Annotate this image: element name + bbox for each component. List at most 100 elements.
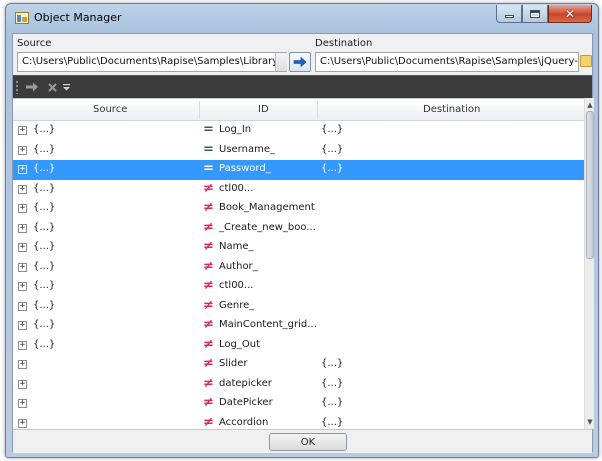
- scroll-down-icon[interactable]: ▼: [586, 417, 594, 427]
- column-divider[interactable]: [317, 101, 318, 119]
- grip-icon[interactable]: [16, 81, 18, 94]
- column-header-destination[interactable]: Destination: [423, 104, 480, 115]
- table-row[interactable]: + {...} = Log_In {...}: [13, 121, 584, 141]
- title-bar[interactable]: Object Manager ✕: [6, 4, 598, 32]
- window-title: Object Manager: [34, 11, 122, 24]
- column-divider[interactable]: [199, 101, 200, 119]
- close-icon: ✕: [564, 6, 576, 21]
- id-cell: Accordion: [219, 416, 269, 428]
- copy-to-destination-button[interactable]: [289, 52, 311, 72]
- move-button[interactable]: [23, 79, 41, 95]
- table-row[interactable]: + {...} = Username_ {...}: [13, 141, 584, 161]
- match-not-equal-icon: ≠: [203, 180, 214, 196]
- table-row[interactable]: + {...} ≠ Genre_: [13, 297, 584, 317]
- minimize-button[interactable]: [496, 5, 522, 23]
- expand-icon[interactable]: +: [18, 243, 27, 252]
- expand-icon[interactable]: +: [18, 145, 27, 155]
- expand-icon[interactable]: +: [18, 301, 27, 311]
- id-cell: Book_Management: [219, 202, 315, 213]
- vertical-scrollbar[interactable]: ▲ ▼: [584, 98, 594, 429]
- table-row[interactable]: + ≠ datepicker {...}: [13, 375, 584, 395]
- object-grid: Source ID Destination + {...} = Log_In {...}…: [13, 98, 584, 429]
- delete-button[interactable]: [43, 79, 61, 95]
- match-not-equal-icon: ≠: [203, 278, 214, 293]
- expand-icon[interactable]: +: [18, 126, 27, 135]
- expand-icon[interactable]: +: [18, 223, 27, 233]
- expand-icon[interactable]: +: [18, 340, 27, 350]
- table-row[interactable]: + {...} ≠ ctl00...: [13, 277, 584, 297]
- match-not-equal-icon: ≠: [203, 317, 214, 332]
- scrollbar-thumb[interactable]: [586, 111, 594, 259]
- source-path-field[interactable]: C:\Users\Public\Documents\Rapise\Samples…: [17, 52, 287, 72]
- source-cell: {...}: [33, 319, 56, 330]
- expand-icon[interactable]: +: [18, 360, 27, 369]
- table-row[interactable]: + {...} ≠ Book_Management: [13, 199, 584, 219]
- table-row[interactable]: + ≠ Slider {...}: [13, 355, 584, 375]
- table-row[interactable]: + {...} ≠ Name_: [13, 238, 584, 258]
- expand-icon[interactable]: +: [18, 399, 27, 408]
- maximize-icon: [530, 9, 540, 18]
- id-cell: ctl00...: [219, 280, 254, 291]
- expand-icon[interactable]: +: [18, 204, 27, 213]
- destination-cell: {...}: [321, 377, 344, 389]
- match-not-equal-icon: ≠: [203, 336, 214, 352]
- destination-cell: {...}: [321, 397, 344, 408]
- scroll-up-icon[interactable]: ▲: [586, 100, 594, 110]
- destination-cell: {...}: [321, 358, 344, 369]
- column-header-source[interactable]: Source: [93, 104, 127, 115]
- table-row[interactable]: + {...} ≠ ctl00...: [13, 180, 584, 200]
- source-cell: {...}: [33, 163, 56, 174]
- source-cell: {...}: [33, 124, 56, 135]
- id-cell: _Create_new_boo...: [219, 221, 316, 233]
- table-row[interactable]: + {...} ≠ _Create_new_boo...: [13, 219, 584, 239]
- source-cell: {...}: [33, 299, 56, 311]
- match-not-equal-icon: ≠: [203, 375, 214, 391]
- source-browse-button[interactable]: [275, 53, 287, 71]
- source-cell: {...}: [33, 338, 56, 350]
- match-not-equal-icon: ≠: [203, 414, 214, 429]
- folder-icon[interactable]: [580, 55, 592, 67]
- destination-path-field[interactable]: C:\Users\Public\Documents\Rapise\Samples…: [315, 52, 579, 72]
- caption-buttons: ✕: [496, 5, 592, 23]
- maximize-button[interactable]: [522, 5, 548, 23]
- table-row[interactable]: + {...} = Password_ {...}: [13, 160, 584, 180]
- expand-icon[interactable]: +: [18, 379, 27, 389]
- dialog-body: Source Destination C:\Users\Public\Docum…: [12, 33, 594, 453]
- table-row[interactable]: + ≠ Accordion {...}: [13, 414, 584, 430]
- grid-header: Source ID Destination: [13, 99, 584, 121]
- dropdown-icon: [62, 84, 70, 91]
- match-not-equal-icon: ≠: [203, 258, 214, 274]
- expand-icon[interactable]: +: [18, 418, 27, 428]
- toolbar: [13, 75, 592, 98]
- match-not-equal-icon: ≠: [203, 219, 214, 235]
- id-cell: Author_: [219, 260, 258, 272]
- source-cell: {...}: [33, 260, 56, 272]
- source-cell: {...}: [33, 221, 56, 233]
- grid-rows: + {...} = Log_In {...} + {...} = Username_ {...} +…: [13, 121, 584, 429]
- expand-icon[interactable]: +: [18, 321, 27, 330]
- match-not-equal-icon: ≠: [203, 239, 214, 254]
- expand-icon[interactable]: +: [18, 184, 27, 194]
- object-manager-window: Object Manager ✕ Source Destination C:\U…: [5, 3, 599, 458]
- match-equal-icon: =: [203, 141, 214, 157]
- id-cell: MainContent_grid...: [219, 319, 317, 330]
- close-button[interactable]: ✕: [548, 5, 592, 23]
- match-not-equal-icon: ≠: [203, 297, 214, 313]
- match-equal-icon: =: [203, 161, 214, 176]
- expand-icon[interactable]: +: [18, 282, 27, 291]
- delete-icon: [47, 82, 57, 92]
- column-header-id[interactable]: ID: [258, 104, 269, 115]
- id-cell: Log_Out: [219, 338, 260, 350]
- table-row[interactable]: + {...} ≠ Author_: [13, 258, 584, 278]
- minimize-icon: [504, 15, 514, 18]
- toolbar-overflow-button[interactable]: [61, 79, 71, 95]
- match-not-equal-icon: ≠: [203, 356, 214, 371]
- id-cell: Password_: [219, 163, 271, 174]
- expand-icon[interactable]: +: [18, 165, 27, 174]
- table-row[interactable]: + {...} ≠ MainContent_grid...: [13, 316, 584, 336]
- table-row[interactable]: + ≠ DatePicker {...}: [13, 394, 584, 414]
- ok-button[interactable]: OK: [269, 433, 347, 451]
- destination-cell: {...}: [321, 163, 344, 174]
- table-row[interactable]: + {...} ≠ Log_Out: [13, 336, 584, 356]
- expand-icon[interactable]: +: [18, 262, 27, 272]
